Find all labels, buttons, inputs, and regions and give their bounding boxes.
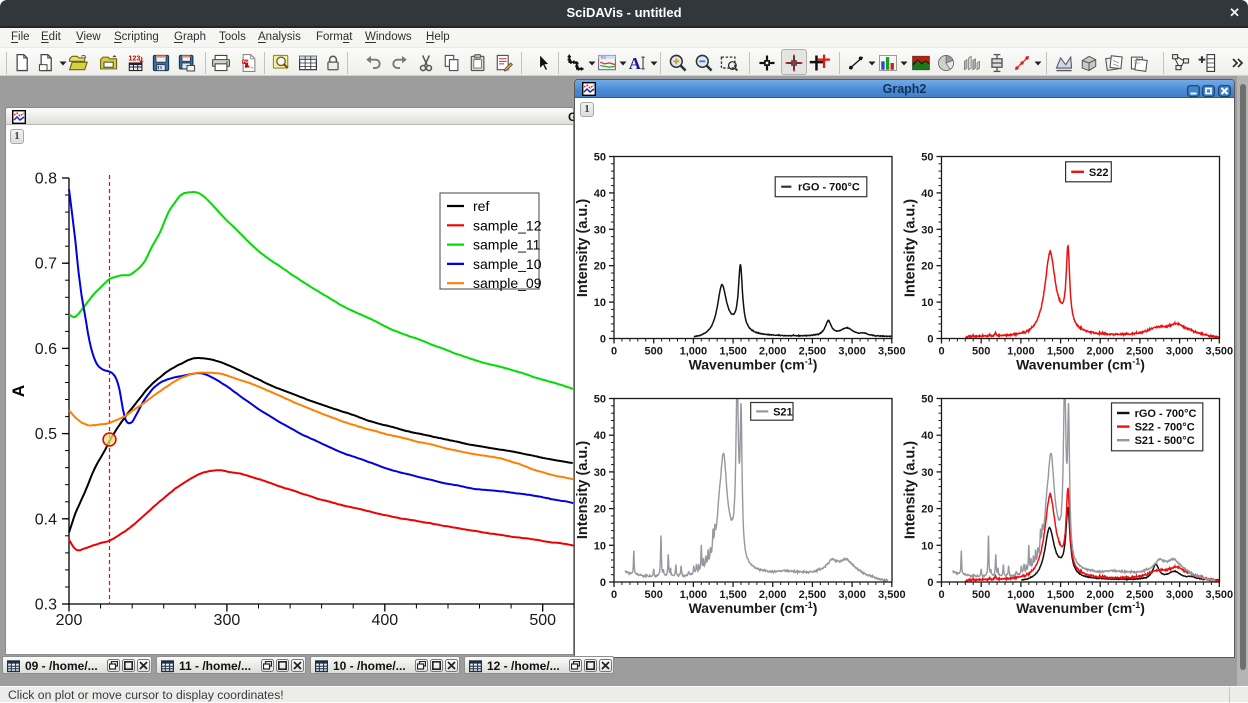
svg-text:3,500: 3,500 — [878, 589, 906, 601]
svg-text:0: 0 — [600, 577, 606, 589]
svg-text:500: 500 — [972, 589, 990, 601]
svg-text:30: 30 — [921, 467, 933, 479]
svg-text:500: 500 — [645, 346, 663, 358]
svg-text:20: 20 — [594, 261, 606, 273]
svg-text:3,500: 3,500 — [1206, 589, 1234, 601]
svg-text:0: 0 — [938, 589, 944, 601]
svg-text:3,000: 3,000 — [838, 346, 866, 358]
svg-text:sample_09: sample_09 — [473, 275, 542, 291]
svg-text:50: 50 — [921, 394, 933, 406]
svg-text:300: 300 — [214, 612, 241, 629]
svg-text:S21 - 500°C: S21 - 500°C — [1135, 435, 1195, 447]
svg-text:50: 50 — [594, 394, 606, 406]
svg-text:50: 50 — [921, 152, 933, 164]
svg-text:Wavenumber (cm-1): Wavenumber (cm-1) — [1016, 357, 1145, 373]
svg-text:0.5: 0.5 — [35, 426, 57, 443]
svg-text:10: 10 — [921, 540, 933, 552]
svg-text:S22 - 700°C: S22 - 700°C — [1135, 422, 1195, 434]
svg-text:A: A — [629, 54, 641, 73]
svg-text:0: 0 — [600, 334, 606, 346]
svg-text:sample_12: sample_12 — [473, 217, 542, 233]
svg-text:Wavenumber (cm-1): Wavenumber (cm-1) — [689, 357, 818, 373]
svg-text:Wavenumber (cm-1): Wavenumber (cm-1) — [1016, 600, 1145, 616]
svg-text:123: 123 — [128, 54, 140, 62]
svg-text:50: 50 — [594, 152, 606, 164]
svg-text:0: 0 — [611, 589, 617, 601]
svg-text:10: 10 — [594, 297, 606, 309]
svg-text:0.6: 0.6 — [35, 341, 57, 358]
svg-text:Intensity (a.u.): Intensity (a.u.) — [903, 199, 919, 297]
svg-text:40: 40 — [594, 188, 606, 200]
svg-text:0: 0 — [927, 334, 933, 346]
svg-text:0: 0 — [611, 346, 617, 358]
svg-text:200: 200 — [56, 612, 83, 629]
svg-text:f(x): f(x) — [601, 55, 606, 59]
svg-text:30: 30 — [921, 224, 933, 236]
svg-text:0.3: 0.3 — [35, 597, 57, 614]
svg-text:30: 30 — [594, 467, 606, 479]
svg-text:3,000: 3,000 — [1166, 346, 1194, 358]
svg-text:500: 500 — [529, 612, 556, 629]
svg-text:3,500: 3,500 — [878, 346, 906, 358]
svg-text:rGO - 700°C: rGO - 700°C — [798, 182, 860, 194]
svg-text:rGO - 700°C: rGO - 700°C — [1135, 408, 1197, 420]
svg-text:ref: ref — [473, 198, 489, 214]
svg-text:sample_10: sample_10 — [473, 256, 542, 272]
svg-text:PDF: PDF — [243, 60, 251, 64]
svg-text:400: 400 — [371, 612, 398, 629]
svg-text:Wavenumber (cm-1): Wavenumber (cm-1) — [689, 600, 818, 616]
svg-text:500: 500 — [972, 346, 990, 358]
svg-text:20: 20 — [921, 261, 933, 273]
svg-text:500: 500 — [645, 589, 663, 601]
svg-text:30: 30 — [594, 224, 606, 236]
svg-text:A: A — [9, 385, 28, 397]
svg-text:3,000: 3,000 — [1166, 589, 1194, 601]
svg-text:0.7: 0.7 — [35, 256, 57, 273]
svg-text:10: 10 — [921, 297, 933, 309]
svg-text:10: 10 — [594, 540, 606, 552]
svg-text:S21: S21 — [773, 406, 793, 418]
svg-text:0: 0 — [938, 346, 944, 358]
svg-text:Intensity (a.u.): Intensity (a.u.) — [575, 441, 591, 539]
svg-text:S22: S22 — [1089, 167, 1109, 179]
svg-text:40: 40 — [594, 430, 606, 442]
svg-text:20: 20 — [594, 504, 606, 516]
svg-text:40: 40 — [921, 188, 933, 200]
svg-text:3,000: 3,000 — [838, 589, 866, 601]
svg-text:0.8: 0.8 — [35, 171, 57, 188]
svg-text:sample_11: sample_11 — [473, 237, 541, 253]
svg-text:0.4: 0.4 — [35, 511, 57, 528]
svg-text:20: 20 — [921, 504, 933, 516]
svg-text:Intensity (a.u.): Intensity (a.u.) — [903, 441, 919, 539]
svg-text:3,500: 3,500 — [1206, 346, 1234, 358]
svg-text:40: 40 — [921, 430, 933, 442]
svg-text:Intensity (a.u.): Intensity (a.u.) — [575, 199, 591, 297]
svg-text:0: 0 — [927, 577, 933, 589]
